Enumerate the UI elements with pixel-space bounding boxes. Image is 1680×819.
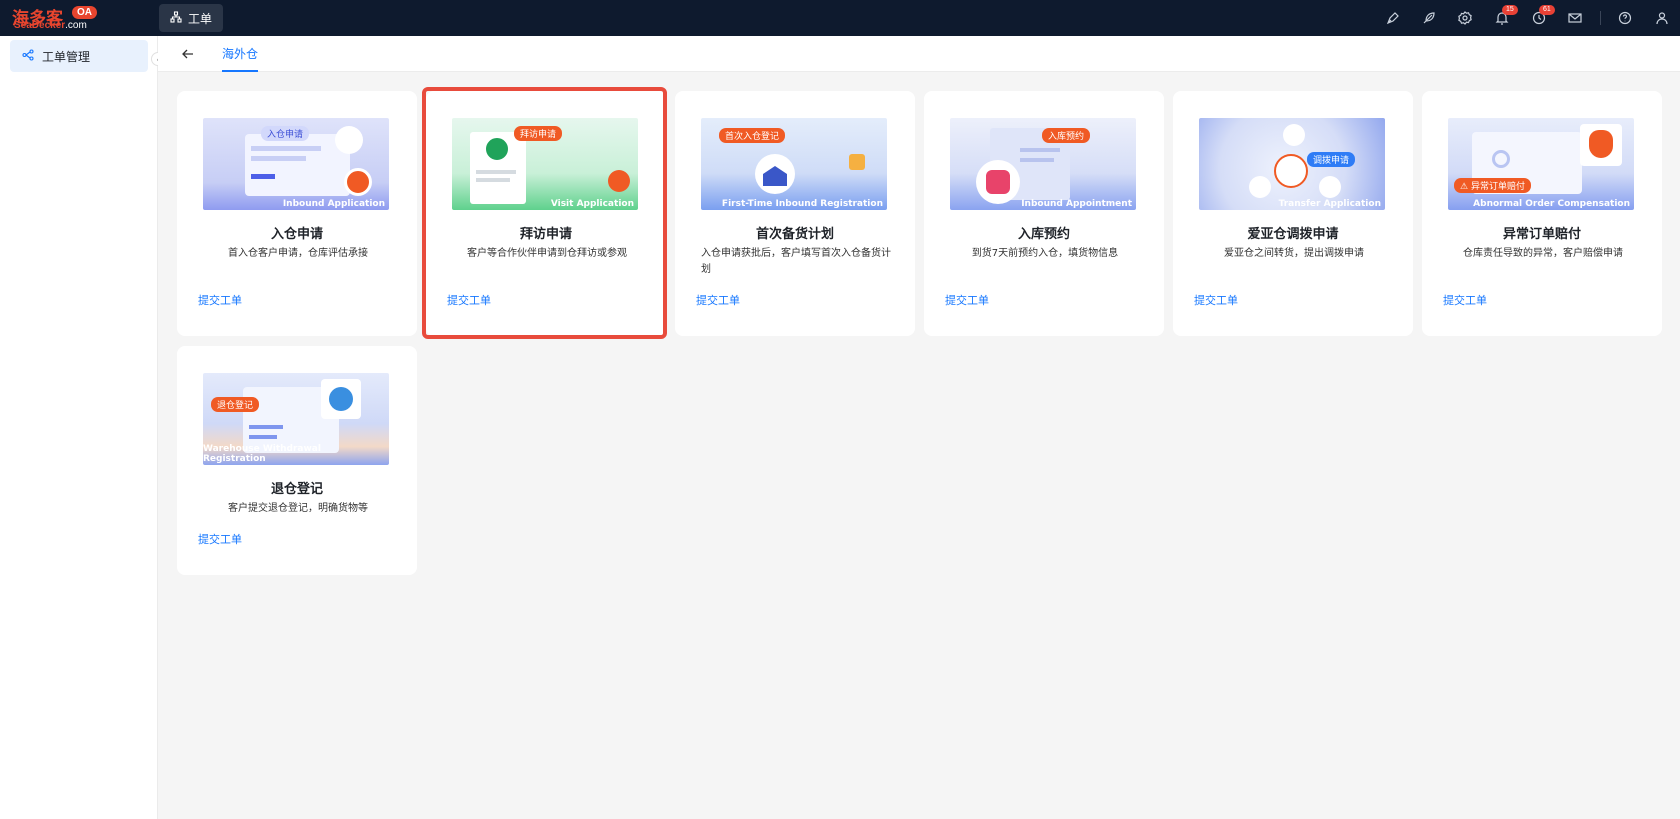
topbar-divider bbox=[1600, 11, 1601, 25]
bell-icon[interactable]: 15 bbox=[1494, 5, 1518, 26]
image-tag: 调拨申请 bbox=[1307, 152, 1356, 167]
back-arrow-icon[interactable] bbox=[180, 46, 196, 62]
card-description: 到货7天前预约入仓，填货物信息 bbox=[971, 248, 1119, 259]
mail-icon[interactable] bbox=[1567, 10, 1583, 26]
money-bag-icon bbox=[1589, 130, 1613, 158]
submit-workorder-link[interactable]: 提交工单 bbox=[945, 292, 989, 308]
settings-icon[interactable] bbox=[1457, 10, 1473, 26]
card-first-inbound-plan[interactable]: 首次入仓登记 First-Time Inbound Registration 首… bbox=[675, 91, 915, 336]
card-title: 入库预约 bbox=[1017, 227, 1070, 242]
sidebar-item-workorder-management[interactable]: 工单管理 bbox=[10, 40, 148, 72]
submit-workorder-link[interactable]: 提交工单 bbox=[198, 292, 242, 308]
sub-header: 海外仓 bbox=[158, 36, 1680, 72]
logo-badge: OA bbox=[72, 6, 97, 19]
submit-workorder-link[interactable]: 提交工单 bbox=[696, 292, 740, 308]
card-image: 入库预约 Inbound Appointment bbox=[950, 118, 1136, 210]
card-description: 仓库责任导致的异常，客户赔偿申请 bbox=[1463, 248, 1623, 259]
card-warehouse-withdrawal[interactable]: 退仓登记 Warehouse Withdrawal Registration 退… bbox=[177, 346, 417, 575]
document-illustration bbox=[245, 134, 350, 196]
tab-workorder-label: 工单 bbox=[187, 11, 212, 26]
image-tag: 退仓登记 bbox=[211, 397, 260, 412]
clock-icon[interactable]: 61 bbox=[1531, 5, 1555, 26]
person-icon bbox=[484, 136, 510, 162]
user-icon[interactable] bbox=[1654, 10, 1670, 26]
image-caption: Warehouse Withdrawal Registration bbox=[203, 444, 321, 464]
image-caption: Abnormal Order Compensation bbox=[1473, 199, 1630, 209]
submit-workorder-link[interactable]: 提交工单 bbox=[1194, 292, 1238, 308]
card-visit-application[interactable]: 拜访申请 Visit Application 拜访申请 客户等合作伙伴申请到仓拜… bbox=[426, 91, 666, 336]
card-image: 首次入仓登记 First-Time Inbound Registration bbox=[701, 118, 887, 210]
card-title: 退仓登记 bbox=[270, 482, 323, 497]
card-description: 首入仓客户申请，仓库评估承接 bbox=[228, 248, 368, 259]
help-icon[interactable] bbox=[1617, 10, 1633, 26]
clock-badge: 61 bbox=[1539, 5, 1555, 15]
share-nodes-icon bbox=[22, 48, 34, 64]
pen-icon[interactable] bbox=[1385, 10, 1401, 26]
image-tag: 入库预约 bbox=[1042, 128, 1091, 143]
submit-workorder-link[interactable]: 提交工单 bbox=[198, 531, 242, 547]
card-image: 调拨申请 Transfer Application bbox=[1199, 118, 1385, 210]
tab-workorder[interactable]: 工单 bbox=[159, 4, 223, 32]
card-transfer-application[interactable]: 调拨申请 Transfer Application 爱亚仓调拨申请 爱亚仓之间转… bbox=[1173, 91, 1413, 336]
card-title: 拜访申请 bbox=[519, 227, 572, 242]
submit-workorder-link[interactable]: 提交工单 bbox=[447, 292, 491, 308]
card-inbound-appointment[interactable]: 入库预约 Inbound Appointment 入库预约 到货7天前预约入仓，… bbox=[924, 91, 1164, 336]
card-image: ⚠ 异常订单赔付 Abnormal Order Compensation bbox=[1448, 118, 1634, 210]
card-description: 入仓申请获批后，客户填写首次入仓备货计划 bbox=[701, 248, 891, 275]
top-bar: 海多客 SeaDecker.com OA 工单 15 61 bbox=[0, 0, 1680, 36]
box-icon bbox=[849, 154, 865, 170]
image-tag: 首次入仓登记 bbox=[719, 128, 786, 143]
tab-overseas-warehouse[interactable]: 海外仓 bbox=[222, 36, 259, 72]
card-description: 爱亚仓之间转货，提出调拨申请 bbox=[1224, 248, 1364, 259]
card-image: 入仓申请 Inbound Application bbox=[203, 118, 389, 210]
feather-icon[interactable] bbox=[1421, 10, 1437, 26]
logo-subtext: SeaDecker.com bbox=[14, 20, 87, 31]
card-description: 客户提交退仓登记，明确货物等 bbox=[228, 503, 368, 514]
card-title: 异常订单赔付 bbox=[1502, 227, 1581, 242]
image-caption: Inbound Application bbox=[282, 199, 385, 209]
bell-badge: 15 bbox=[1502, 5, 1518, 15]
warehouse-hub-icon bbox=[1274, 154, 1308, 188]
warehouse-icon bbox=[344, 168, 372, 196]
image-tag: 拜访申请 bbox=[514, 126, 563, 141]
card-inbound-application[interactable]: 入仓申请 Inbound Application 入仓申请 首入仓客户申请，仓库… bbox=[177, 91, 417, 336]
logo-badge-icon bbox=[608, 170, 630, 192]
card-title: 入仓申请 bbox=[270, 227, 323, 242]
card-title: 爱亚仓调拨申请 bbox=[1247, 227, 1339, 242]
card-description: 客户等合作伙伴申请到仓拜访或参观 bbox=[467, 248, 627, 259]
image-caption: Inbound Appointment bbox=[1021, 199, 1132, 209]
image-caption: First-Time Inbound Registration bbox=[721, 199, 883, 209]
sidebar-item-label: 工单管理 bbox=[42, 49, 91, 64]
alarm-icon bbox=[986, 170, 1010, 194]
image-tag: ⚠ 异常订单赔付 bbox=[1454, 178, 1531, 193]
card-abnormal-order-compensation[interactable]: ⚠ 异常订单赔付 Abnormal Order Compensation 异常订… bbox=[1422, 91, 1662, 336]
image-caption: Transfer Application bbox=[1278, 199, 1381, 209]
package-icon bbox=[329, 387, 353, 411]
app-logo[interactable]: 海多客 SeaDecker.com OA bbox=[12, 4, 98, 32]
sidebar: 工单管理 bbox=[0, 36, 158, 819]
image-tag: 入仓申请 bbox=[261, 126, 310, 141]
submit-workorder-link[interactable]: 提交工单 bbox=[1443, 292, 1487, 308]
card-image: 拜访申请 Visit Application bbox=[452, 118, 638, 210]
image-caption: Visit Application bbox=[550, 199, 634, 209]
card-image: 退仓登记 Warehouse Withdrawal Registration bbox=[203, 373, 389, 465]
org-chart-icon bbox=[170, 10, 182, 26]
card-title: 首次备货计划 bbox=[755, 227, 834, 242]
